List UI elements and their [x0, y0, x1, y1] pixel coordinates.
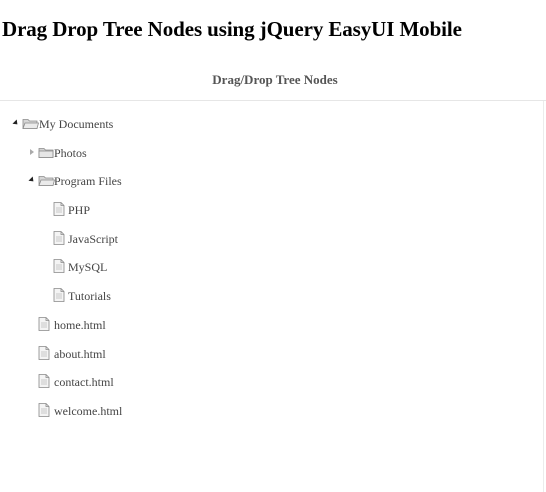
tree-node-my-documents[interactable]: My Documents [0, 110, 540, 139]
folder-open-icon [22, 117, 40, 134]
folder-icon [38, 146, 54, 163]
folder-open-icon [38, 174, 56, 191]
tree-node-label: welcome.html [54, 403, 123, 418]
tree-node-label: My Documents [39, 117, 114, 131]
panel-title: Drag/Drop Tree Nodes [212, 72, 338, 87]
tree-node-tutorials[interactable]: Tutorials [0, 282, 540, 311]
collapse-toggle-icon[interactable] [26, 144, 38, 160]
tree-node-label: about.html [54, 346, 106, 361]
expand-toggle-icon[interactable] [26, 172, 38, 188]
page: Drag Drop Tree Nodes using jQuery EasyUI… [0, 0, 546, 492]
panel-header: Drag/Drop Tree Nodes [0, 60, 546, 101]
panel-body: My Documents Photos Program Files PHP Ja… [0, 101, 546, 492]
file-icon [53, 202, 65, 220]
tree-node-php[interactable]: PHP [0, 196, 540, 225]
tree-node-label: Photos [54, 145, 87, 160]
tree-node-label: Program Files [54, 174, 122, 189]
tree-panel: Drag/Drop Tree Nodes My Documents Photos… [0, 60, 546, 492]
tree-node-label: Tutorials [68, 289, 111, 304]
tree-node-about-html[interactable]: about.html [0, 340, 540, 369]
tree-node-label: home.html [54, 317, 106, 332]
tree-node-contact-html[interactable]: contact.html [0, 368, 540, 397]
tree-node-label: JavaScript [68, 231, 118, 246]
file-icon [38, 402, 50, 421]
tree-node-program-files[interactable]: Program Files [0, 167, 540, 196]
file-icon [38, 374, 50, 392]
file-icon [53, 259, 65, 277]
file-icon [53, 288, 65, 306]
file-icon [38, 316, 50, 335]
file-tree: My Documents Photos Program Files PHP Ja… [0, 110, 540, 426]
tree-node-mysql[interactable]: MySQL [0, 253, 540, 282]
page-title: Drag Drop Tree Nodes using jQuery EasyUI… [2, 17, 462, 41]
tree-node-label: contact.html [54, 375, 114, 390]
file-icon [38, 345, 50, 364]
expand-toggle-icon[interactable] [10, 115, 22, 131]
tree-node-photos[interactable]: Photos [0, 139, 540, 168]
panel-right-border [543, 101, 544, 492]
file-icon [53, 230, 65, 249]
tree-node-home-html[interactable]: home.html [0, 311, 540, 340]
tree-node-label: PHP [68, 203, 91, 218]
tree-node-label: MySQL [68, 260, 108, 275]
tree-node-welcome-html[interactable]: welcome.html [0, 397, 540, 426]
tree-node-javascript[interactable]: JavaScript [0, 225, 540, 254]
